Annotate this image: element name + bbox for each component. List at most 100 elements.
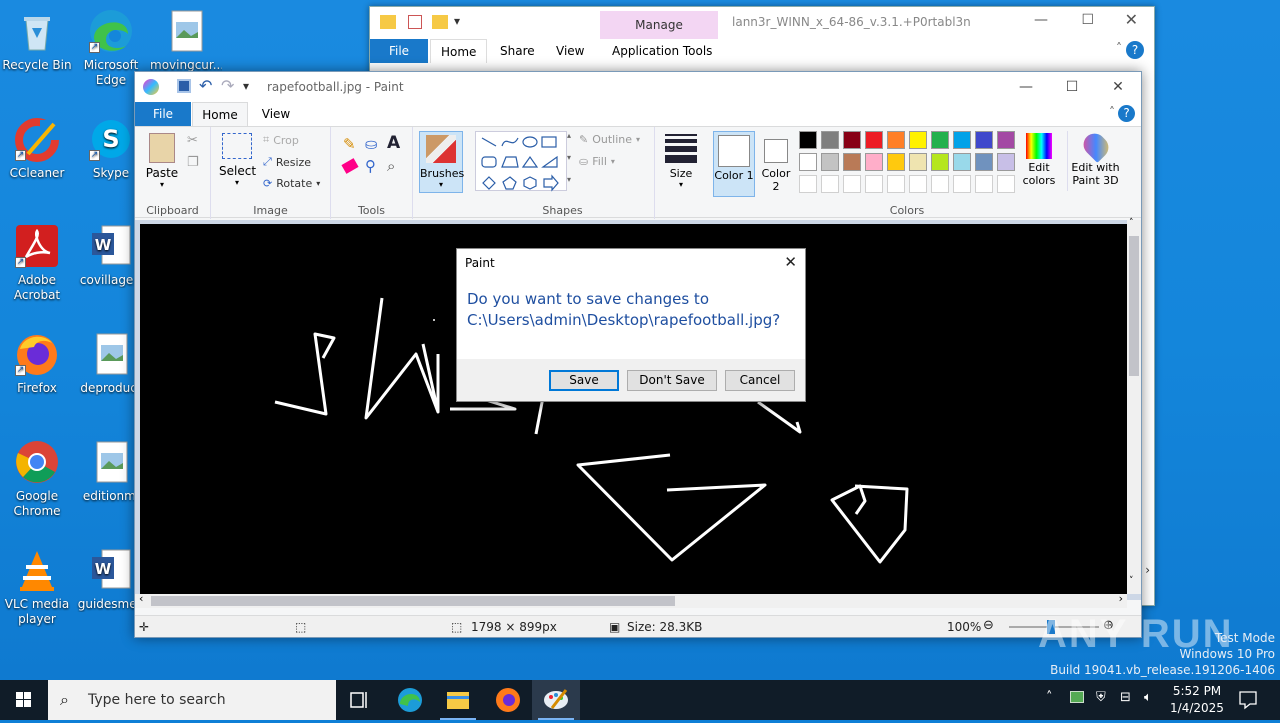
- vertical-scroll-thumb[interactable]: [1129, 236, 1139, 376]
- rotate-button[interactable]: ⟳ Rotate ▾: [263, 177, 320, 190]
- color-swatch[interactable]: [821, 175, 839, 193]
- paste-button[interactable]: Paste ▾: [145, 133, 179, 189]
- fill-button[interactable]: ⛀ Fill ▾: [579, 155, 615, 168]
- color-swatch[interactable]: [843, 153, 861, 171]
- outline-button[interactable]: ✎ Outline ▾: [579, 133, 640, 146]
- minimize-button[interactable]: —: [1003, 72, 1049, 102]
- tab-view[interactable]: View: [251, 102, 301, 126]
- tab-file[interactable]: File: [135, 102, 191, 126]
- color-swatch[interactable]: [887, 175, 905, 193]
- desktop-icon-ccleaner[interactable]: ↗ CCleaner: [1, 116, 73, 181]
- minimize-button[interactable]: —: [1034, 12, 1048, 28]
- color-swatch[interactable]: [865, 153, 883, 171]
- quick-access-dropdown-icon[interactable]: ▾: [243, 79, 249, 93]
- tab-share[interactable]: Share: [490, 39, 545, 63]
- close-button[interactable]: ✕: [1125, 10, 1138, 29]
- shapes-scroll-up-icon[interactable]: ▴: [567, 131, 571, 140]
- pencil-icon[interactable]: ✎: [343, 135, 356, 153]
- collapse-ribbon-icon[interactable]: ˄: [1109, 105, 1115, 119]
- color-swatch[interactable]: [953, 153, 971, 171]
- edit-with-paint3d-button[interactable]: Edit with Paint 3D: [1067, 129, 1123, 191]
- copy-icon[interactable]: ❐: [187, 155, 199, 170]
- color-swatch[interactable]: [975, 175, 993, 193]
- cancel-button[interactable]: Cancel: [725, 370, 795, 391]
- horizontal-scroll-thumb[interactable]: [151, 596, 675, 606]
- scroll-up-icon[interactable]: ˄: [1129, 218, 1134, 228]
- vertical-scrollbar[interactable]: ˄ ˅: [1127, 218, 1141, 594]
- redo-icon[interactable]: ↷: [221, 76, 234, 95]
- volume-icon[interactable]: 🔈︎: [1144, 690, 1152, 705]
- scroll-right-icon[interactable]: ›: [1119, 592, 1123, 605]
- notifications-button[interactable]: [1232, 680, 1276, 720]
- color-swatch[interactable]: [799, 131, 817, 149]
- color-picker-icon[interactable]: ⚲: [365, 157, 376, 175]
- desktop-icon-movingcur[interactable]: movingcur...: [150, 8, 222, 73]
- zoom-out-button[interactable]: ⊖: [983, 618, 994, 633]
- manage-tab[interactable]: Manage: [600, 11, 718, 39]
- color-swatch[interactable]: [843, 175, 861, 193]
- security-icon[interactable]: ⛨: [1096, 690, 1106, 705]
- horizontal-scrollbar[interactable]: ‹ ›: [135, 592, 1127, 608]
- crop-button[interactable]: ⌗ Crop: [263, 133, 299, 147]
- color-swatch[interactable]: [909, 153, 927, 171]
- desktop-icon-firefox[interactable]: ↗ Firefox: [1, 331, 73, 396]
- taskbar-paint[interactable]: [532, 680, 580, 720]
- color-swatch[interactable]: [821, 153, 839, 171]
- color-swatch[interactable]: [799, 175, 817, 193]
- color-swatch[interactable]: [975, 131, 993, 149]
- select-button[interactable]: Select ▾: [219, 133, 256, 187]
- color2-button[interactable]: Color 2: [759, 131, 793, 197]
- tab-file[interactable]: File: [370, 39, 428, 63]
- scroll-down-icon[interactable]: ˅: [1129, 576, 1134, 586]
- fill-bucket-icon[interactable]: ⛀: [365, 135, 378, 153]
- tray-app-icon[interactable]: [1070, 691, 1084, 703]
- color-swatch[interactable]: [997, 175, 1015, 193]
- tab-home[interactable]: Home: [192, 102, 248, 126]
- network-icon[interactable]: ⊟: [1120, 690, 1131, 705]
- clock[interactable]: 5:52 PM 1/4/2025: [1162, 680, 1232, 720]
- help-icon[interactable]: ?: [1126, 41, 1144, 59]
- desktop-icon-google-chrome[interactable]: Google Chrome: [1, 439, 73, 519]
- cut-icon[interactable]: ✂: [187, 133, 198, 148]
- color-swatch[interactable]: [821, 131, 839, 149]
- edit-colors-button[interactable]: Edit colors: [1021, 131, 1057, 191]
- desktop-icon-adobe-acrobat[interactable]: ↗ Adobe Acrobat: [1, 223, 73, 303]
- save-icon[interactable]: [177, 79, 191, 93]
- undo-icon[interactable]: ↶: [199, 76, 212, 95]
- shapes-gallery[interactable]: [475, 131, 567, 192]
- color-swatch[interactable]: [887, 131, 905, 149]
- start-button[interactable]: [0, 680, 48, 720]
- scroll-left-icon[interactable]: ‹: [139, 592, 143, 605]
- text-tool-icon[interactable]: A: [387, 133, 400, 153]
- tab-application-tools[interactable]: Application Tools: [602, 39, 722, 63]
- color-swatch[interactable]: [887, 153, 905, 171]
- help-icon[interactable]: ?: [1118, 105, 1135, 122]
- close-button[interactable]: ✕: [1095, 72, 1141, 102]
- shapes-expand-icon[interactable]: ▾: [567, 175, 571, 184]
- maximize-button[interactable]: ☐: [1049, 72, 1095, 102]
- color-swatch[interactable]: [931, 175, 949, 193]
- resize-button[interactable]: ⤢ Resize: [263, 155, 311, 169]
- collapse-ribbon-icon[interactable]: ˄: [1116, 41, 1122, 55]
- color1-button[interactable]: Color 1: [713, 131, 755, 197]
- color-swatch[interactable]: [997, 131, 1015, 149]
- taskbar-search-box[interactable]: ⌕ Type here to search: [48, 680, 336, 720]
- customize-toolbar-icon[interactable]: ▾: [454, 14, 460, 28]
- color-swatch[interactable]: [953, 175, 971, 193]
- color-swatch[interactable]: [799, 153, 817, 171]
- tab-view[interactable]: View: [546, 39, 594, 63]
- explorer-titlebar[interactable]: ▾ Manage lann3r_WINN_x_64-86_v.3.1.+P0rt…: [370, 7, 1154, 39]
- paint-titlebar[interactable]: ↶ ↷ ▾ rapefootball.jpg - Paint — ☐ ✕: [135, 72, 1141, 102]
- color-swatch[interactable]: [909, 175, 927, 193]
- tab-home[interactable]: Home: [430, 39, 488, 63]
- save-changes-dialog[interactable]: Paint ✕ Do you want to save changes to C…: [456, 248, 806, 402]
- brushes-button[interactable]: Brushes ▾: [419, 131, 464, 193]
- eraser-icon[interactable]: [341, 158, 359, 174]
- dont-save-button[interactable]: Don't Save: [627, 370, 717, 391]
- taskbar-edge[interactable]: [386, 680, 434, 720]
- scroll-right-icon[interactable]: ›: [1145, 563, 1150, 577]
- color-swatch[interactable]: [931, 131, 949, 149]
- maximize-button[interactable]: ☐: [1081, 12, 1094, 28]
- color-swatch[interactable]: [843, 131, 861, 149]
- taskbar-file-explorer[interactable]: [434, 680, 482, 720]
